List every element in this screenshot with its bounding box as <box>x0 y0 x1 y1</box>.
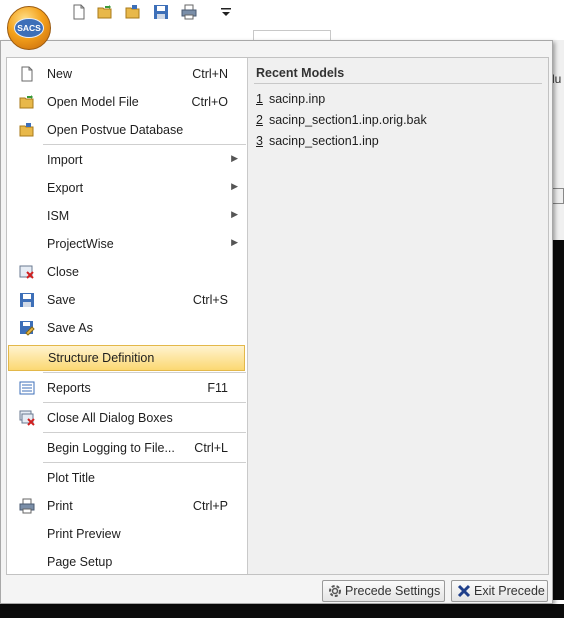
menu-item-label: ISM <box>47 209 70 223</box>
menu-item-close[interactable]: Close <box>7 259 246 286</box>
menu-separator <box>43 462 246 463</box>
menu-item-label: Close <box>47 265 79 279</box>
recent-model-number: 1 <box>256 92 263 106</box>
menu-item-label: Open Model File <box>47 95 139 109</box>
menu-item-label: Print Preview <box>47 527 121 541</box>
menu-item-shortcut: Ctrl+L <box>194 441 228 455</box>
menu-item-export[interactable]: Export ▶ <box>7 175 246 202</box>
recent-models-separator <box>254 83 542 84</box>
menu-item-label: Save <box>47 293 76 307</box>
reports-icon <box>19 381 35 395</box>
open-folder-icon[interactable] <box>97 4 113 20</box>
save-icon[interactable] <box>153 4 169 20</box>
new-file-icon[interactable] <box>71 4 87 20</box>
menu-item-label: Save As <box>47 321 93 335</box>
application-menu-body: New Ctrl+N Open Model File Ctrl+O Open P… <box>6 57 549 575</box>
menu-item-save-as[interactable]: Save As <box>7 315 246 342</box>
recent-model-item[interactable]: 1 sacinp.inp <box>256 92 325 106</box>
close-file-icon <box>19 265 34 279</box>
precede-settings-label: Precede Settings <box>345 584 441 598</box>
menu-item-close-all-dialog-boxes[interactable]: Close All Dialog Boxes <box>7 405 246 432</box>
recent-model-item[interactable]: 3 sacinp_section1.inp <box>256 134 379 148</box>
close-dialogs-icon <box>19 410 35 426</box>
save-as-icon <box>20 321 35 336</box>
menu-item-save[interactable]: Save Ctrl+S <box>7 287 246 314</box>
recent-model-number: 2 <box>256 113 263 127</box>
background-viewport-bottom <box>0 604 564 618</box>
recent-model-name: sacinp.inp <box>268 92 326 106</box>
background-panel-text: lu <box>552 72 562 86</box>
menu-item-label: Import <box>47 153 83 167</box>
menu-commands-pane: New Ctrl+N Open Model File Ctrl+O Open P… <box>7 58 248 574</box>
menu-item-print[interactable]: Print Ctrl+P <box>7 493 246 520</box>
recent-model-item[interactable]: 2 sacinp_section1.inp.orig.bak <box>256 113 427 127</box>
menu-item-label: New <box>47 67 73 81</box>
open-database-icon[interactable] <box>125 4 141 20</box>
menu-item-open-postvue-database[interactable]: Open Postvue Database <box>7 117 246 144</box>
gear-icon <box>329 585 341 597</box>
menu-item-projectwise[interactable]: ProjectWise ▶ <box>7 231 246 258</box>
menu-item-reports[interactable]: Reports F11 <box>7 375 246 402</box>
menu-item-open-model-file[interactable]: Open Model File Ctrl+O <box>7 89 246 116</box>
menu-item-shortcut: Ctrl+S <box>192 293 228 307</box>
printer-icon[interactable] <box>181 4 197 20</box>
menu-item-label: Begin Logging to File... <box>47 441 175 455</box>
customize-toolbar-icon[interactable] <box>218 4 234 20</box>
menu-item-label: Structure Definition <box>48 351 155 365</box>
precede-settings-button[interactable]: Precede Settings <box>322 580 445 602</box>
recent-models-pane: Recent Models 1 sacinp.inp 2 sacinp_sectio… <box>248 58 548 574</box>
save-icon <box>20 293 34 307</box>
menu-item-shortcut: Ctrl+P <box>192 499 228 513</box>
recent-model-name: sacinp_section1.inp <box>268 134 379 148</box>
open-folder-icon <box>19 95 34 109</box>
menu-item-label: ProjectWise <box>47 237 114 251</box>
menu-separator <box>43 372 246 373</box>
menu-item-import[interactable]: Import ▶ <box>7 147 246 174</box>
recent-model-number: 3 <box>256 134 263 148</box>
menu-item-page-setup[interactable]: Page Setup <box>7 549 246 576</box>
sacs-logo: SACS <box>14 18 44 38</box>
menu-item-label: Open Postvue Database <box>47 123 184 137</box>
new-file-icon <box>21 66 33 82</box>
menu-separator <box>43 402 246 403</box>
menu-separator <box>43 432 246 433</box>
menu-item-label: Reports <box>47 381 91 395</box>
background-toolbar-button <box>552 188 564 204</box>
submenu-arrow-icon: ▶ <box>231 181 238 191</box>
application-menu-button[interactable]: SACS <box>7 6 51 50</box>
menu-item-label: Close All Dialog Boxes <box>47 411 173 425</box>
exit-precede-label: Exit Precede <box>474 584 545 598</box>
menu-item-shortcut: Ctrl+O <box>191 95 228 109</box>
application-menu: New Ctrl+N Open Model File Ctrl+O Open P… <box>0 40 553 604</box>
close-icon <box>457 584 471 598</box>
menu-item-ism[interactable]: ISM ▶ <box>7 203 246 230</box>
printer-icon <box>19 498 35 514</box>
submenu-arrow-icon: ▶ <box>231 209 238 219</box>
menu-item-label: Print <box>47 499 73 513</box>
menu-item-plot-title[interactable]: Plot Title <box>7 465 246 492</box>
menu-item-label: Export <box>47 181 84 195</box>
open-database-icon <box>19 123 34 137</box>
recent-models-title: Recent Models <box>256 66 345 80</box>
submenu-arrow-icon: ▶ <box>231 237 238 247</box>
recent-model-name: sacinp_section1.inp.orig.bak <box>268 113 427 127</box>
menu-item-structure-definition[interactable]: Structure Definition <box>8 345 245 371</box>
menu-item-shortcut: F11 <box>207 381 228 395</box>
menu-item-label: Page Setup <box>47 555 113 569</box>
menu-item-begin-logging[interactable]: Begin Logging to File... Ctrl+L <box>7 435 246 462</box>
exit-precede-button[interactable]: Exit Precede <box>451 580 548 602</box>
menu-item-new[interactable]: New Ctrl+N <box>7 61 246 88</box>
menu-item-print-preview[interactable]: Print Preview <box>7 521 246 548</box>
submenu-arrow-icon: ▶ <box>231 153 238 163</box>
menu-item-label: Plot Title <box>47 471 95 485</box>
menu-separator <box>43 144 246 145</box>
menu-item-shortcut: Ctrl+N <box>192 67 228 81</box>
